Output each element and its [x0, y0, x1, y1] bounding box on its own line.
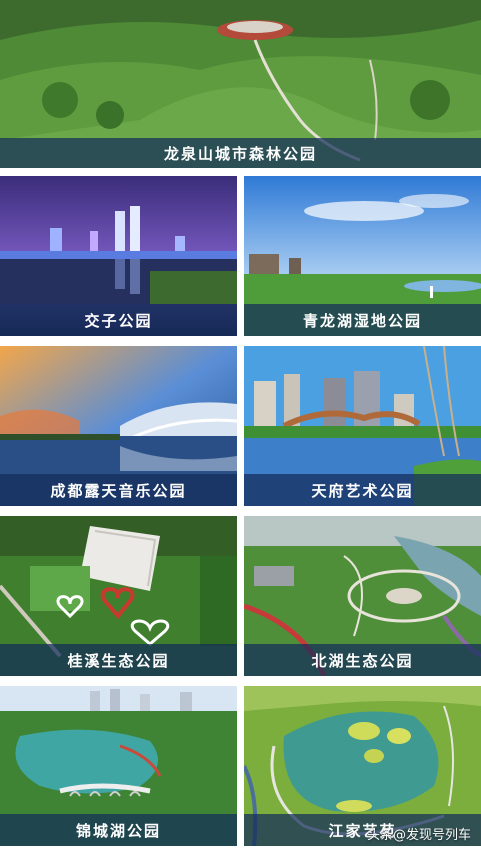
- park-tile-jincheng-lake: 锦城湖公园: [0, 686, 237, 846]
- park-tile-beihu: 北湖生态公园: [244, 516, 481, 676]
- park-tile-tianfu-art: 天府艺术公园: [244, 346, 481, 506]
- park-caption: 交子公园: [0, 304, 237, 336]
- watermark-text: 头条@发现号列车: [366, 828, 471, 843]
- park-caption: 桂溪生态公园: [0, 644, 237, 676]
- park-caption: 天府艺术公园: [244, 474, 481, 506]
- park-tile-music-park: 成都露天音乐公园: [0, 346, 237, 506]
- watermark: 头条@发现号列车: [364, 824, 471, 843]
- park-tile-jiaozi: 交子公园: [0, 176, 237, 336]
- hero-photo-tile: 龙泉山城市森林公园: [0, 0, 481, 168]
- park-caption: 北湖生态公园: [244, 644, 481, 676]
- park-tile-jiangjia: 江家艺苑: [244, 686, 481, 846]
- park-tile-guixi: 桂溪生态公园: [0, 516, 237, 676]
- hero-caption: 龙泉山城市森林公园: [0, 138, 481, 168]
- park-caption: 成都露天音乐公园: [0, 474, 237, 506]
- park-tile-qinglong-lake: 青龙湖湿地公园: [244, 176, 481, 336]
- park-caption: 锦城湖公园: [0, 814, 237, 846]
- park-caption: 青龙湖湿地公园: [244, 304, 481, 336]
